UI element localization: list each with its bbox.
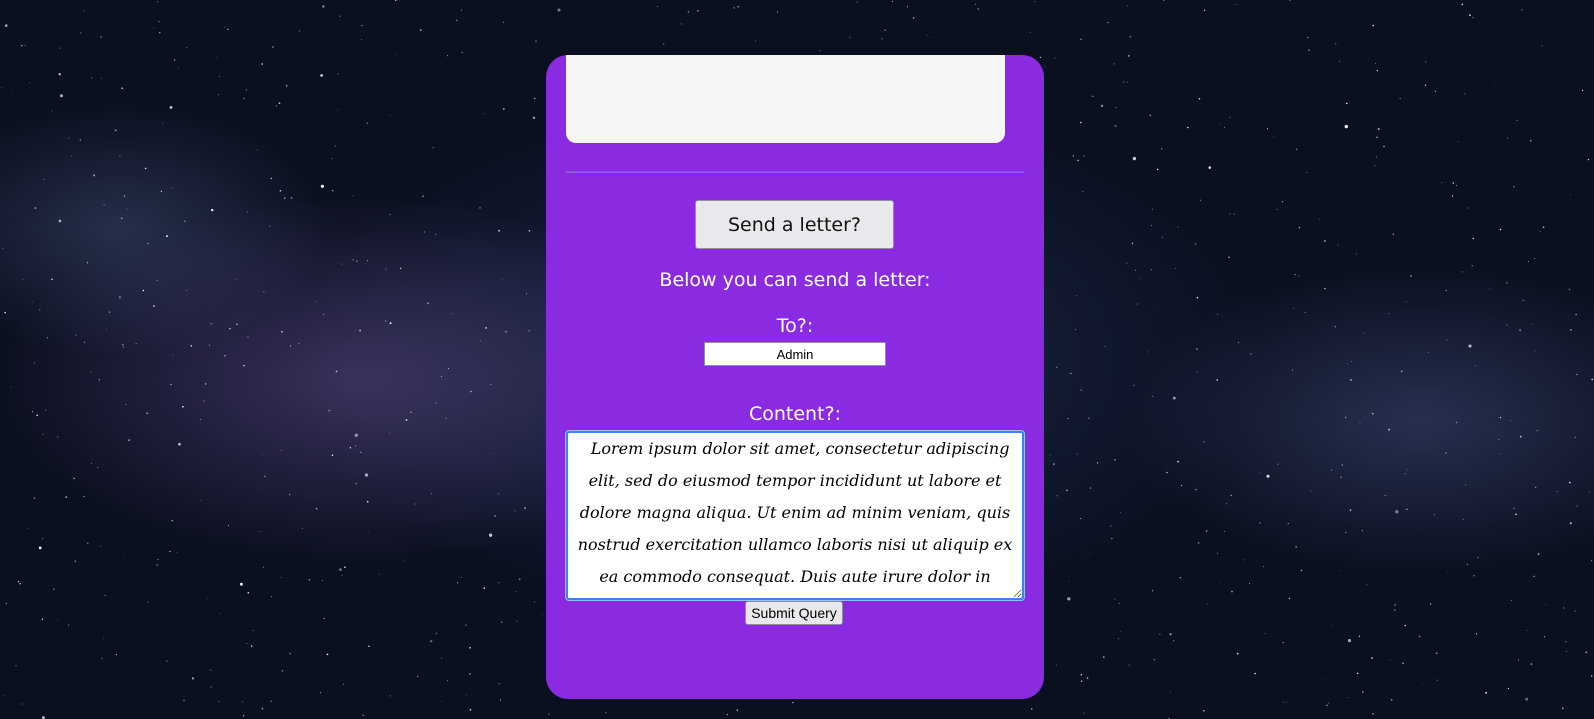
content-label: Content?: (748, 403, 842, 425)
to-input[interactable] (704, 342, 886, 366)
content-textarea[interactable]: Lorem ipsum dolor sit amet, consectetur … (565, 430, 1025, 601)
send-letter-button[interactable]: Send a letter? (695, 200, 894, 249)
send-letter-intro: Below you can send a letter: (659, 269, 931, 291)
to-label: To?: (776, 315, 814, 337)
divider (566, 171, 1024, 173)
letter-card: Send a letter? Below you can send a lett… (546, 55, 1044, 699)
message-display-box (566, 55, 1005, 143)
submit-query-button[interactable]: Submit Query (745, 601, 843, 625)
